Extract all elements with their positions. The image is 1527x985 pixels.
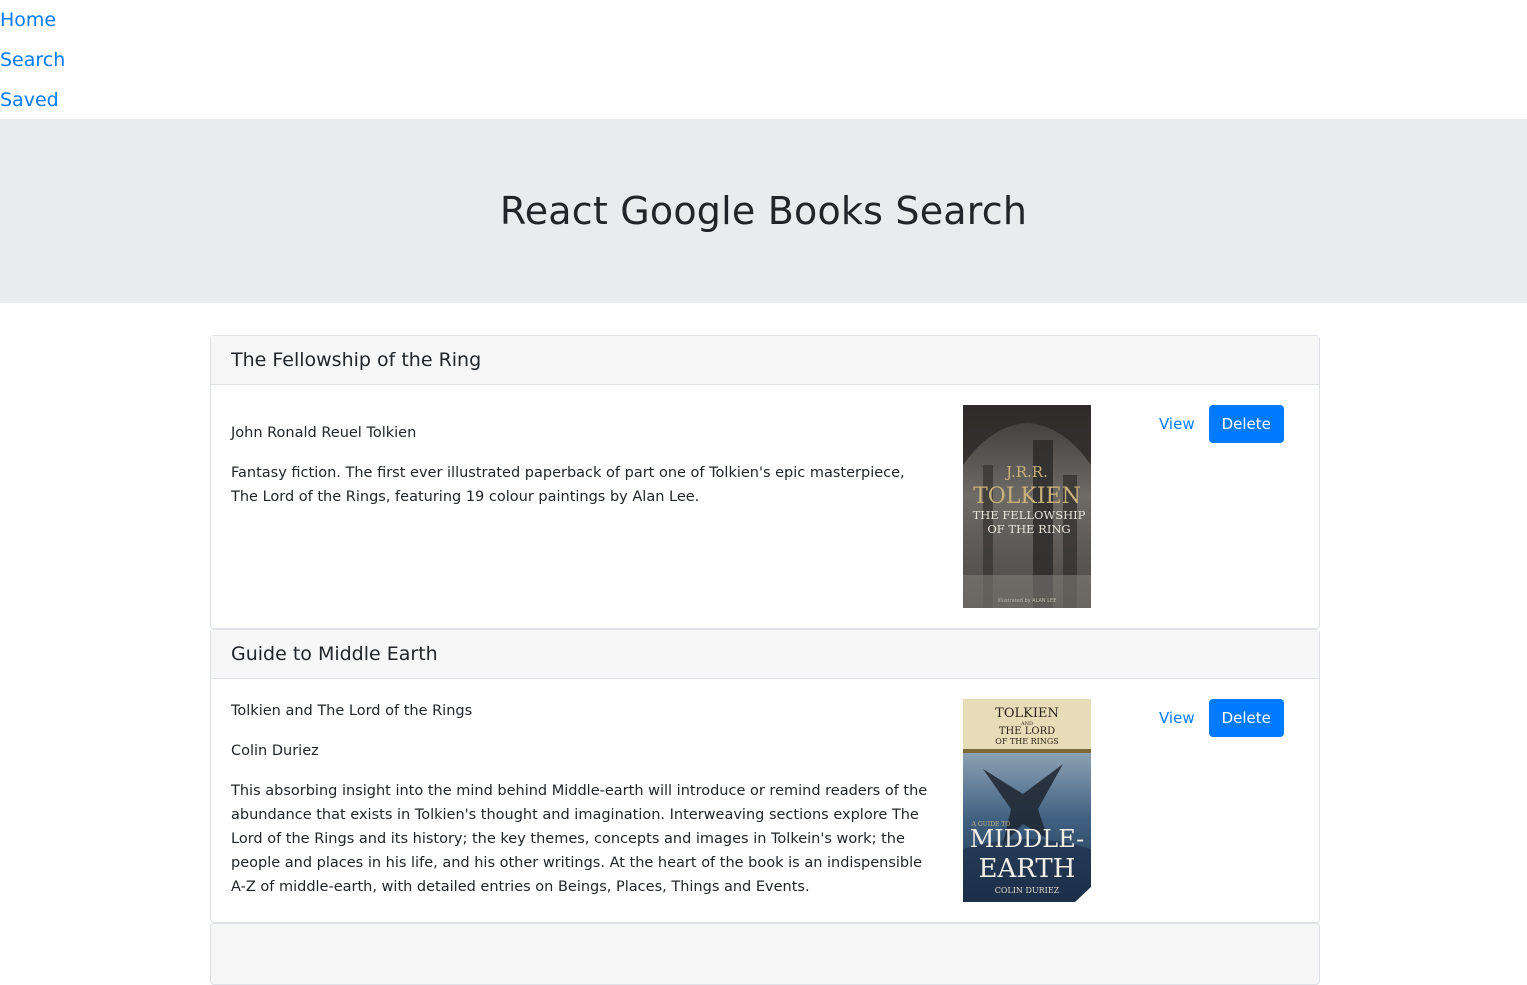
book-actions: View Delete [1159,699,1284,737]
book-details: Tolkien and The Lord of the Rings Colin … [231,699,931,915]
delete-button[interactable]: Delete [1208,699,1284,737]
delete-button[interactable]: Delete [1208,405,1284,443]
view-button[interactable]: View [1159,405,1209,443]
book-subtitle: Tolkien and The Lord of the Rings [231,703,473,719]
cover-text: EARTH [979,854,1076,884]
jumbotron: React Google Books Search [0,119,1527,303]
book-title: Guide to Middle Earth [211,630,1319,679]
book-cover-image: TOLKIEN AND THE LORD OF THE RINGS A GUID… [963,699,1091,902]
book-author: Colin Duriez [231,743,319,759]
cover-text: MIDDLE- [970,825,1085,853]
book-details: John Ronald Reuel Tolkien Fantasy fictio… [231,405,931,525]
book-description: This absorbing insight into the mind beh… [231,783,928,895]
book-description: Fantasy fiction. The first ever illustra… [231,465,905,505]
main-nav: Home Search Saved [0,0,1527,120]
book-title: The Fellowship of the Ring [211,336,1319,385]
saved-books-list: The Fellowship of the Ring John Ronald R… [210,335,1320,985]
page-title: React Google Books Search [499,189,1028,233]
book-actions: View Delete [1159,405,1284,443]
nav-link-saved[interactable]: Saved [0,80,1527,120]
book-author: John Ronald Reuel Tolkien [231,425,417,441]
cover-text: TOLKIEN [973,484,1081,509]
cover-text: OF THE RINGS [995,737,1058,746]
cover-text: J.R.R. [1004,463,1048,481]
cover-text: OF THE RING [987,522,1070,536]
nav-link-home[interactable]: Home [0,0,1527,40]
book-card: Guide to Middle Earth Tolkien and The Lo… [210,629,1320,923]
book-card-body: John Ronald Reuel Tolkien Fantasy fictio… [211,385,1319,608]
cover-text: TOLKIEN [995,706,1059,721]
cover-text: THE LORD [999,726,1055,737]
cover-text: THE FELLOWSHIP [973,508,1086,522]
view-button[interactable]: View [1159,699,1209,737]
book-card-body: Tolkien and The Lord of the Rings Colin … [211,679,1319,935]
nav-link-search[interactable]: Search [0,40,1527,80]
book-cover-image: J.R.R. TOLKIEN THE FELLOWSHIP OF THE RIN… [963,405,1091,608]
cover-text: COLIN DURIEZ [995,886,1060,895]
book-card: The Fellowship of the Ring John Ronald R… [210,335,1320,629]
cover-text: illustrated by ALAN LEE [998,598,1057,604]
